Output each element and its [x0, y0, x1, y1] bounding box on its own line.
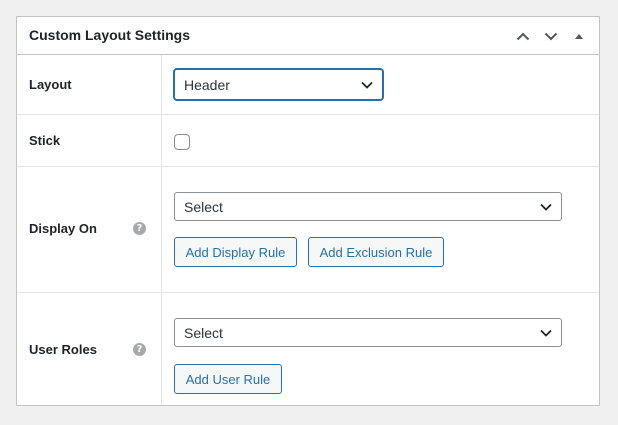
move-down-button[interactable]	[541, 25, 561, 47]
layout-label: Layout	[29, 77, 72, 92]
stick-label: Stick	[29, 133, 61, 148]
stick-label-cell: Stick	[17, 115, 162, 166]
chevron-down-icon	[361, 81, 373, 89]
layout-select-value: Header	[184, 76, 230, 93]
chevron-up-icon	[516, 32, 530, 40]
add-display-rule-button[interactable]: Add Display Rule	[174, 237, 297, 267]
triangle-up-icon	[575, 33, 583, 39]
metabox-title: Custom Layout Settings	[29, 27, 191, 43]
chevron-down-icon	[540, 203, 552, 211]
user-roles-select[interactable]: Select	[174, 318, 562, 347]
help-icon[interactable]: ?	[133, 222, 146, 235]
metabox-handle-actions	[513, 25, 589, 47]
chevron-down-icon	[544, 32, 558, 40]
display-on-row: Display On ? Select Add Display Rule Add…	[17, 167, 599, 293]
layout-row: Layout Header	[17, 55, 599, 115]
stick-row: Stick	[17, 115, 599, 167]
custom-layout-settings-metabox: Custom Layout Settings Layout Header Sti…	[16, 16, 600, 406]
chevron-down-icon	[540, 329, 552, 337]
stick-checkbox[interactable]	[174, 134, 190, 150]
user-roles-row: User Roles ? Select Add User Rule	[17, 293, 599, 405]
layout-label-cell: Layout	[17, 55, 162, 114]
user-roles-label: User Roles	[29, 342, 97, 357]
move-up-button[interactable]	[513, 25, 533, 47]
toggle-panel-button[interactable]	[569, 25, 589, 47]
display-on-label: Display On	[29, 221, 97, 236]
metabox-header: Custom Layout Settings	[17, 17, 599, 55]
add-user-rule-button[interactable]: Add User Rule	[174, 364, 282, 394]
add-exclusion-rule-button[interactable]: Add Exclusion Rule	[308, 237, 444, 267]
display-on-select[interactable]: Select	[174, 192, 562, 221]
display-on-select-value: Select	[184, 198, 223, 215]
help-icon[interactable]: ?	[133, 343, 146, 356]
user-roles-select-value: Select	[184, 324, 223, 341]
layout-select[interactable]: Header	[174, 69, 383, 100]
display-on-label-cell: Display On ?	[17, 167, 162, 292]
user-roles-label-cell: User Roles ?	[17, 293, 162, 405]
